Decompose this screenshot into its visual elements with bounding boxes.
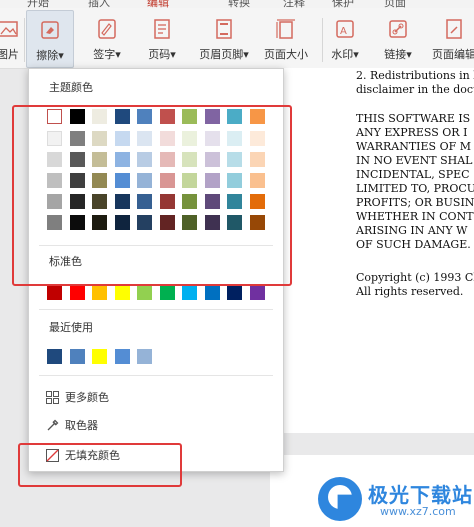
- link-icon: [385, 16, 411, 42]
- standard-color-swatch[interactable]: [92, 285, 107, 300]
- tab-convert[interactable]: 转换: [228, 0, 250, 8]
- page-number-button[interactable]: 页码▾: [140, 10, 184, 66]
- standard-color-swatch[interactable]: [204, 285, 220, 300]
- watermark-button[interactable]: A 水印▾: [328, 10, 362, 66]
- ribbon-toolbar: 图片 擦除▾ 签字▾ 页码▾ 页眉页脚▾ 页面大小 A 水印▾ 链接▾ 页面编辑: [0, 8, 474, 69]
- standard-color-swatch[interactable]: [159, 285, 175, 300]
- standard-color-swatch[interactable]: [137, 285, 152, 300]
- recent-colors-title: 最近使用: [49, 321, 93, 334]
- image-button[interactable]: 图片: [0, 10, 22, 66]
- watermark-label: 水印▾: [331, 48, 359, 61]
- theme-colors-highlight: [12, 105, 292, 286]
- eyedropper-item[interactable]: 取色器: [45, 416, 98, 434]
- link-label: 链接▾: [384, 48, 412, 61]
- page-edit-label: 页面编辑: [432, 48, 474, 61]
- page-number-label: 页码▾: [148, 48, 176, 61]
- recent-color-swatch[interactable]: [69, 349, 85, 364]
- watermark-icon: A: [332, 16, 358, 42]
- doc-line: disclaimer in the docum: [356, 83, 474, 96]
- svg-text:A: A: [340, 26, 347, 37]
- standard-color-swatch[interactable]: [249, 285, 265, 300]
- more-colors-item[interactable]: 更多颜色: [45, 388, 109, 406]
- site-watermark: 极光下载站 www.xz7.com: [318, 475, 474, 525]
- page-size-button[interactable]: 页面大小: [261, 10, 311, 66]
- erase-button[interactable]: 擦除▾: [26, 10, 74, 68]
- signature-button[interactable]: 签字▾: [84, 10, 130, 66]
- doc-line: IN NO EVENT SHAL: [356, 154, 473, 167]
- image-label: 图片: [0, 48, 19, 61]
- doc-line: Copyright (c) 1993 Ch: [356, 271, 474, 284]
- more-colors-label: 更多颜色: [65, 391, 109, 404]
- header-footer-label: 页眉页脚▾: [199, 48, 249, 61]
- header-footer-button[interactable]: 页眉页脚▾: [193, 10, 255, 66]
- doc-line: WARRANTIES OF M: [356, 140, 471, 153]
- tab-annotate[interactable]: 注释: [283, 0, 305, 8]
- page-size-icon: [273, 16, 299, 42]
- watermark-url: www.xz7.com: [380, 505, 456, 518]
- erase-label: 擦除▾: [36, 49, 64, 62]
- recent-color-swatch[interactable]: [47, 349, 62, 364]
- doc-line: WHETHER IN CONT: [356, 210, 474, 223]
- doc-line: ANY EXPRESS OR I: [356, 126, 468, 139]
- tab-protect[interactable]: 保护: [332, 0, 354, 8]
- tab-edit[interactable]: 编辑: [147, 0, 169, 8]
- image-icon: [0, 16, 21, 42]
- signature-icon: [94, 16, 120, 42]
- page-edit-icon: [441, 16, 467, 42]
- recent-color-swatch[interactable]: [92, 349, 107, 364]
- eyedropper-icon: [45, 418, 59, 432]
- watermark-title: 极光下载站: [368, 483, 473, 507]
- link-button[interactable]: 链接▾: [380, 10, 416, 66]
- tab-insert[interactable]: 插入: [88, 0, 110, 8]
- doc-line: OF SUCH DAMAGE.: [356, 238, 471, 251]
- tab-start[interactable]: 开始: [27, 0, 49, 8]
- page-number-icon: [149, 16, 175, 42]
- tab-page[interactable]: 页面: [384, 0, 406, 8]
- recent-color-swatch[interactable]: [114, 349, 130, 364]
- doc-line: ARISING IN ANY W: [356, 224, 468, 237]
- doc-line: INCIDENTAL, SPEC: [356, 168, 470, 181]
- doc-line: All rights reserved.: [356, 285, 464, 298]
- page-edit-button[interactable]: 页面编辑: [428, 10, 474, 66]
- page-size-label: 页面大小: [264, 48, 308, 61]
- doc-line: THIS SOFTWARE IS: [356, 112, 471, 125]
- aurora-logo-icon: [318, 477, 362, 521]
- standard-color-swatch[interactable]: [69, 285, 85, 300]
- recent-color-swatch[interactable]: [137, 349, 152, 364]
- standard-color-swatch[interactable]: [182, 285, 197, 300]
- doc-line: 2. Redistributions in bi: [356, 69, 474, 82]
- document-page: 2. Redistributions in bi disclaimer in t…: [283, 68, 474, 433]
- standard-color-swatch[interactable]: [114, 285, 130, 300]
- eyedropper-label: 取色器: [65, 419, 98, 432]
- menu-tabs: 开始 插入 编辑 转换 注释 保护 页面: [0, 0, 474, 8]
- grid-icon: [45, 390, 59, 404]
- theme-colors-title: 主题颜色: [49, 81, 93, 94]
- no-fill-highlight: [18, 443, 182, 487]
- standard-color-swatch[interactable]: [227, 285, 242, 300]
- standard-color-swatch[interactable]: [47, 285, 62, 300]
- signature-label: 签字▾: [93, 48, 121, 61]
- header-footer-icon: [211, 16, 237, 42]
- doc-line: PROFITS; OR BUSIN: [356, 196, 474, 209]
- eraser-icon: [37, 17, 63, 43]
- doc-line: LIMITED TO, PROCU: [356, 182, 474, 195]
